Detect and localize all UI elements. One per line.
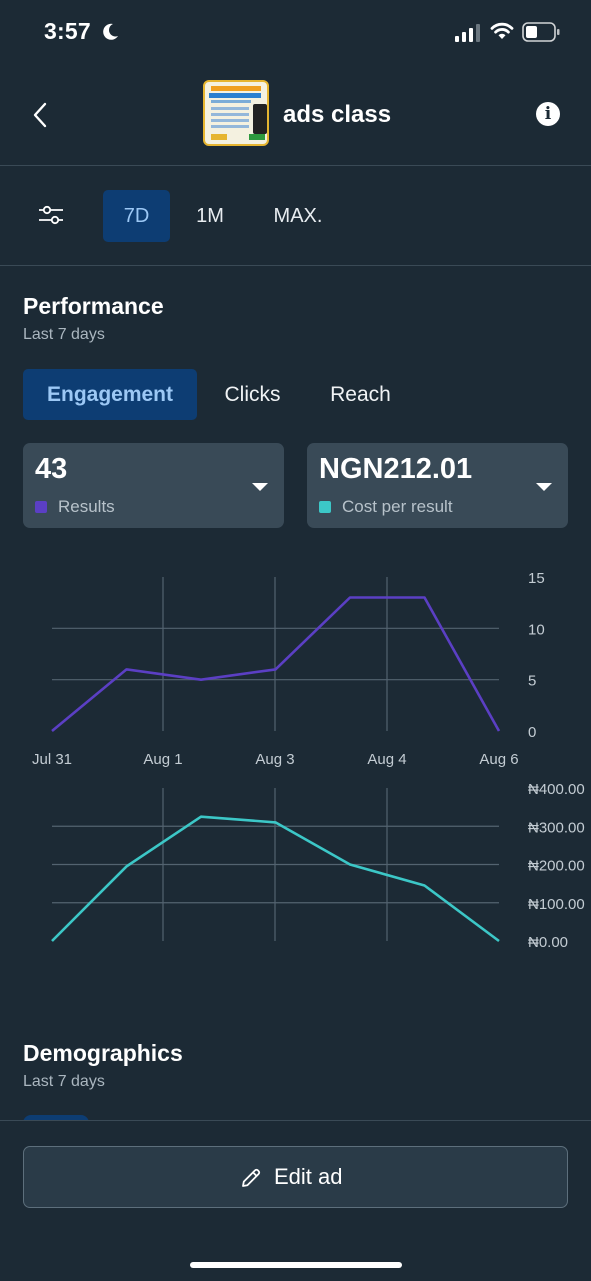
moon-icon <box>103 23 118 40</box>
demographics-title: Demographics <box>23 1040 183 1066</box>
performance-title: Performance <box>23 293 164 319</box>
x-tick-label: Aug 4 <box>367 751 406 768</box>
y-tick-label: ₦400.00 <box>528 781 585 798</box>
pencil-icon <box>242 1168 261 1187</box>
ad-title: ads class <box>283 101 392 128</box>
range-tab-max[interactable]: MAX. <box>258 190 338 242</box>
y-tick-label: 10 <box>528 621 545 638</box>
y-tick-label: ₦0.00 <box>528 934 568 950</box>
y-tick-label: 0 <box>528 724 536 741</box>
filter-sliders-icon[interactable] <box>38 204 64 226</box>
battery-icon <box>522 22 560 42</box>
y-tick-label: ₦200.00 <box>528 858 585 875</box>
cost-per-result-card[interactable]: NGN212.01 Cost per result <box>307 443 568 528</box>
cost-per-result-value: NGN212.01 <box>319 453 473 485</box>
x-tick-label: Aug 6 <box>479 751 518 768</box>
range-tab-7d[interactable]: 7D <box>103 190 170 242</box>
wifi-icon <box>490 22 514 39</box>
results-legend-swatch <box>35 501 47 513</box>
ad-thumbnail <box>203 80 269 146</box>
x-tick-label: Aug 1 <box>143 751 182 768</box>
y-tick-label: 15 <box>528 570 545 587</box>
cost-per-result-label: Cost per result <box>342 497 453 516</box>
home-indicator <box>190 1262 402 1268</box>
status-time: 3:57 <box>44 18 91 44</box>
range-tab-1m[interactable]: 1M <box>182 190 238 242</box>
y-tick-label: ₦100.00 <box>528 896 585 913</box>
cost-chart: ₦400.00 ₦300.00 ₦200.00 ₦100.00 ₦0.00 <box>51 781 585 950</box>
cost-legend-swatch <box>319 501 331 513</box>
header-divider <box>0 165 591 166</box>
results-card[interactable]: 43 Results <box>23 443 284 528</box>
y-tick-label: 5 <box>528 673 536 690</box>
demographics-subtitle: Last 7 days <box>23 1073 105 1090</box>
results-label: Results <box>58 497 115 516</box>
caret-down-icon[interactable] <box>252 483 268 491</box>
edit-ad-label: Edit ad <box>274 1164 343 1189</box>
tab-engagement[interactable]: Engagement <box>23 369 197 420</box>
tab-clicks[interactable]: Clicks <box>205 369 300 420</box>
results-value: 43 <box>35 453 68 485</box>
tab-reach[interactable]: Reach <box>312 369 409 420</box>
edit-ad-button[interactable]: Edit ad <box>23 1146 568 1208</box>
range-divider <box>0 265 591 266</box>
cellular-signal-icon <box>455 24 480 42</box>
x-tick-label: Jul 31 <box>32 751 72 768</box>
back-chevron-icon[interactable] <box>30 100 52 130</box>
performance-subtitle: Last 7 days <box>23 326 105 343</box>
info-icon[interactable]: i <box>536 102 560 126</box>
results-chart: 15 10 5 0 Jul 31 Aug 1 Aug 3 Aug 4 Aug 6 <box>32 570 545 768</box>
caret-down-icon[interactable] <box>536 483 552 491</box>
x-tick-label: Aug 3 <box>255 751 294 768</box>
y-tick-label: ₦300.00 <box>528 819 585 836</box>
